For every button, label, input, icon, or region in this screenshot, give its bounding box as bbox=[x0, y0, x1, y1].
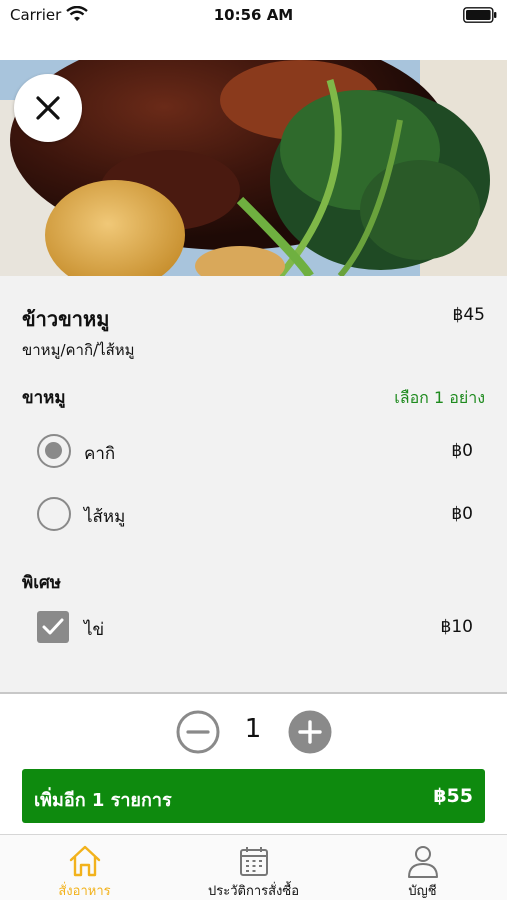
option-label-egg: ไข่ bbox=[84, 620, 105, 640]
option-label-saimoo: ไส้หมู bbox=[84, 507, 126, 527]
item-name: ข้าวขาหมู bbox=[22, 307, 110, 331]
quantity-value: 1 bbox=[244, 714, 262, 744]
user-icon bbox=[408, 846, 438, 878]
tab-label: บัญชี bbox=[408, 884, 437, 899]
option-radio-saimoo[interactable] bbox=[37, 497, 71, 531]
calendar-icon bbox=[240, 847, 268, 876]
group-title-extra: พิเศษ bbox=[22, 573, 62, 593]
tab-label: สั่งอาหาร bbox=[58, 884, 111, 899]
tab-label: ประวัติการสั่งซื้อ bbox=[207, 884, 300, 899]
decrease-quantity-button[interactable] bbox=[176, 710, 220, 754]
option-radio-kaki[interactable] bbox=[37, 434, 71, 468]
battery-icon bbox=[463, 7, 497, 23]
group-title-khamu: ขาหมู bbox=[22, 388, 66, 408]
add-button-label: เพิ่มอีก 1 รายการ bbox=[34, 790, 172, 811]
item-details: ข้าวขาหมู ฿45 ขาหมู/คากิ/ไส้หมู ขาหมู เล… bbox=[0, 276, 507, 692]
option-price-saimoo: ฿0 bbox=[451, 504, 473, 524]
tab-order-history[interactable]: ประวัติการสั่งซื้อ bbox=[169, 835, 338, 900]
option-price-egg: ฿10 bbox=[440, 617, 473, 637]
divider bbox=[0, 692, 507, 694]
status-bar: Carrier 10:56 AM bbox=[0, 0, 507, 32]
home-icon bbox=[69, 845, 101, 877]
item-description: ขาหมู/คากิ/ไส้หมู bbox=[22, 341, 135, 359]
increase-quantity-button[interactable] bbox=[288, 710, 332, 754]
close-icon bbox=[36, 96, 60, 120]
option-price-kaki: ฿0 bbox=[451, 441, 473, 461]
group-rule: เลือก 1 อย่าง bbox=[394, 388, 485, 407]
tab-account[interactable]: บัญชี bbox=[338, 835, 507, 900]
checkmark-icon bbox=[42, 618, 64, 635]
option-label-kaki: คากิ bbox=[84, 444, 116, 464]
tab-order-food[interactable]: สั่งอาหาร bbox=[0, 835, 169, 900]
item-price: ฿45 bbox=[452, 305, 485, 325]
add-to-order-button[interactable]: เพิ่มอีก 1 รายการ ฿55 bbox=[22, 769, 485, 823]
close-button[interactable] bbox=[14, 74, 82, 142]
add-button-total: ฿55 bbox=[433, 785, 473, 807]
tab-bar: สั่งอาหาร ประวัติการสั่งซื้อ บัญชี bbox=[0, 834, 507, 900]
clock: 10:56 AM bbox=[213, 6, 294, 24]
option-checkbox-egg[interactable] bbox=[37, 611, 69, 643]
